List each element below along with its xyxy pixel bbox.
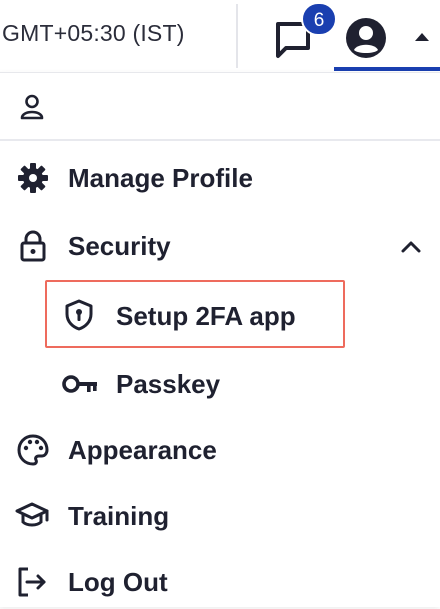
menu-item-manage-profile[interactable]: Manage Profile [0,151,440,207]
menu-item-log-out[interactable]: Log Out [0,553,440,609]
gear-icon [18,163,48,193]
header-divider [236,4,238,68]
passkey-label: Passkey [116,369,221,399]
user-info-row [0,73,440,141]
timezone-label: GMT+05:30 (IST) [2,20,185,46]
user-avatar-button[interactable] [342,14,390,62]
log-out-label: Log Out [68,567,168,597]
key-icon [62,375,97,393]
lock-icon [20,230,46,262]
caret-up-icon [415,33,429,41]
training-label: Training [68,501,170,531]
top-header: GMT+05:30 (IST) 6 [0,0,440,72]
submenu-item-passkey[interactable]: Passkey [0,355,440,411]
chevron-up-icon[interactable] [400,239,422,255]
security-label: Security [68,231,171,261]
manage-profile-label: Manage Profile [68,163,253,193]
active-tab-indicator [334,67,440,71]
palette-icon [17,434,49,466]
messages-count-badge: 6 [301,2,337,36]
menu-item-security[interactable]: Security [0,219,440,275]
shield-keyhole-icon [65,299,93,331]
logout-icon [18,567,46,597]
menu-item-training[interactable]: Training [0,487,440,543]
user-menu-toggle[interactable] [410,28,434,46]
graduation-cap-icon [15,502,49,527]
appearance-label: Appearance [68,435,217,465]
submenu-item-setup-2fa-app[interactable]: Setup 2FA app [0,287,440,343]
menu-item-appearance[interactable]: Appearance [0,421,440,477]
user-avatar-icon [346,18,386,58]
person-outline-icon [20,94,44,120]
setup-2fa-label: Setup 2FA app [116,301,296,331]
user-dropdown-menu: Manage Profile Security Setup 2FA app Pa… [0,72,440,607]
